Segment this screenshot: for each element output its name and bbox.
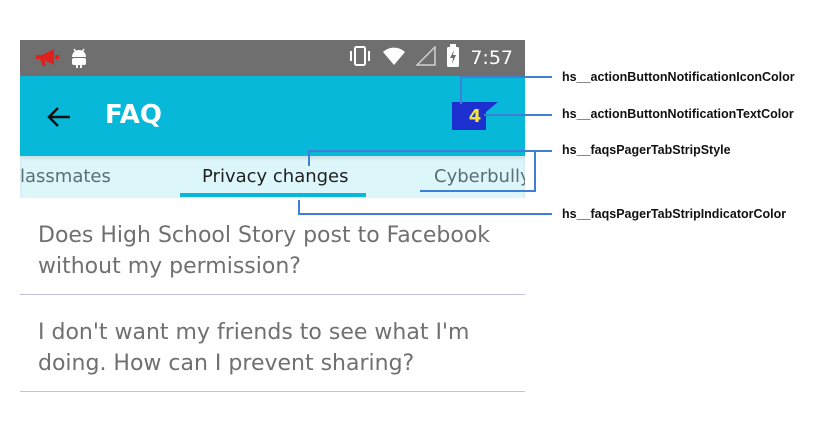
tab-classmates[interactable]: lassmates — [20, 166, 111, 187]
faq-question-line: without my permission? — [38, 254, 301, 279]
wifi-icon — [382, 46, 406, 71]
annotation-label: hs__faqsPagerTabStripIndicatorColor — [562, 207, 787, 221]
tab-indicator — [180, 193, 366, 197]
notification-badge[interactable]: 4 — [452, 102, 498, 130]
annotation-label: hs__faqsPagerTabStripStyle — [562, 143, 731, 157]
annotation-line — [460, 76, 552, 78]
android-icon — [70, 47, 88, 74]
annotation-line — [534, 150, 536, 192]
arrow-left-icon — [47, 107, 70, 127]
phone-screen: 7:57 FAQ 4 lassmates Privacy changes Cyb… — [20, 40, 525, 428]
screenshot-stage: 7:57 FAQ 4 lassmates Privacy changes Cyb… — [0, 0, 840, 428]
annotation-line — [460, 76, 462, 104]
annotation-line — [484, 114, 552, 116]
vibrate-icon — [348, 45, 372, 72]
annotation-line — [298, 200, 300, 214]
annotation-line — [308, 150, 310, 166]
signal-icon — [415, 44, 437, 71]
back-button[interactable] — [44, 102, 74, 132]
status-bar: 7:57 — [20, 40, 525, 76]
faq-question-line: Does High School Story post to Facebook — [38, 223, 491, 248]
annotation-label: hs__actionButtonNotificationIconColor — [562, 70, 795, 84]
faq-list: Does High School Story post to Facebook … — [20, 198, 525, 392]
app-bar: FAQ — [20, 76, 525, 156]
notification-count: 4 — [468, 105, 482, 127]
annotation-line — [420, 190, 536, 192]
page-title: FAQ — [105, 100, 163, 130]
annotation-line — [308, 150, 552, 152]
megaphone-icon — [34, 47, 60, 74]
tab-privacy-changes[interactable]: Privacy changes — [202, 166, 349, 187]
status-time: 7:57 — [470, 47, 513, 69]
faq-question-line: I don't want my friends to see what I'm — [38, 320, 470, 345]
status-bar-right: 7:57 — [348, 40, 513, 76]
tab-cyberbully[interactable]: Cyberbully — [434, 166, 525, 187]
list-item[interactable]: I don't want my friends to see what I'm … — [20, 295, 525, 392]
annotation-line — [298, 213, 552, 215]
annotation-label: hs__actionButtonNotificationTextColor — [562, 107, 794, 121]
faq-question-line: doing. How can I prevent sharing? — [38, 351, 415, 376]
battery-charging-icon — [446, 43, 460, 73]
